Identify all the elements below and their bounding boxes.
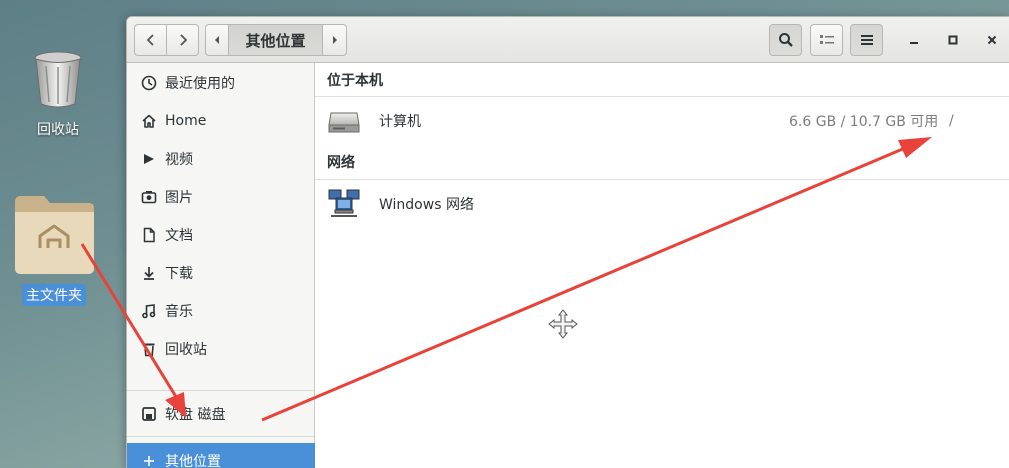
close-button[interactable] [976, 24, 1008, 56]
computer-name: 计算机 [379, 114, 421, 130]
maximize-icon [948, 35, 958, 45]
path-left-arrow[interactable] [205, 24, 229, 56]
section-title-local: 位于本机 [327, 73, 383, 89]
search-icon [778, 33, 793, 47]
sidebar: 最近使用的 Home 视频 图片 文档 下载 音乐 回收站 软盘 磁盘 其他位置 [127, 63, 315, 468]
sidebar-item-documents[interactable]: 文档 [127, 217, 315, 253]
trash-icon [140, 340, 158, 358]
maximize-button[interactable] [937, 24, 969, 56]
list-view-icon [819, 35, 834, 44]
sidebar-item-label: 音乐 [165, 304, 193, 320]
sidebar-item-label: 图片 [165, 190, 193, 206]
network-workgroup-icon [328, 189, 360, 217]
home-folder-icon [15, 196, 94, 274]
back-button[interactable] [134, 24, 167, 56]
desktop-home-folder[interactable]: 主文件夹 [10, 190, 98, 306]
sidebar-item-recent[interactable]: 最近使用的 [127, 65, 315, 101]
sidebar-item-label: 软盘 磁盘 [165, 407, 226, 423]
move-cursor-icon [548, 309, 578, 339]
forward-button[interactable] [166, 24, 199, 56]
view-toggle-button[interactable] [810, 24, 843, 56]
minimize-icon [910, 42, 918, 44]
desktop-home-label: 主文件夹 [22, 284, 86, 306]
section-title-network: 网络 [327, 155, 355, 171]
sidebar-item-label: 最近使用的 [165, 76, 235, 92]
sidebar-item-home[interactable]: Home [127, 103, 315, 139]
sidebar-separator [127, 390, 315, 391]
sidebar-item-label: 视频 [165, 152, 193, 168]
computer-mount-point: / [949, 113, 954, 129]
sidebar-item-label: 下载 [165, 266, 193, 282]
hamburger-menu-icon [860, 35, 873, 45]
close-icon [987, 35, 997, 45]
path-bar: 其他位置 [205, 24, 347, 56]
location-row-computer[interactable]: 计算机 6.6 GB / 10.7 GB 可用 / [315, 97, 1009, 145]
main-content: 位于本机 计算机 6.6 GB / 10.7 GB 可用 / 网络 Window… [315, 63, 1009, 468]
video-icon [140, 150, 158, 168]
floppy-icon [140, 405, 158, 423]
search-button[interactable] [769, 24, 802, 56]
sidebar-item-floppy[interactable]: 软盘 磁盘 [127, 396, 315, 432]
path-right-arrow[interactable] [323, 24, 347, 56]
headerbar: 其他位置 [127, 17, 1009, 63]
triangle-right-icon [332, 36, 337, 44]
trash-can-icon [34, 51, 82, 108]
network-name: Windows 网络 [379, 197, 474, 213]
document-icon [140, 226, 158, 244]
go-back-icon [146, 34, 154, 46]
music-icon [140, 302, 158, 320]
go-forward-icon [179, 34, 187, 46]
file-manager-window: 其他位置 最近使用的 Home 视频 图片 文档 下载 音乐 回收站 软盘 磁盘… [126, 16, 1009, 468]
sidebar-item-label: Home [165, 113, 207, 129]
home-icon [140, 112, 158, 130]
path-current-location[interactable]: 其他位置 [229, 24, 323, 56]
location-row-windows-network[interactable]: Windows 网络 [315, 180, 1009, 228]
hard-disk-icon [328, 112, 360, 133]
download-icon [140, 264, 158, 282]
desktop-trash-label: 回收站 [37, 122, 79, 138]
sidebar-item-label: 其他位置 [165, 454, 221, 468]
sidebar-item-other-locations[interactable]: 其他位置 [127, 443, 315, 468]
triangle-left-icon [215, 36, 219, 44]
desktop-trash[interactable]: 回收站 [26, 46, 90, 140]
camera-icon [140, 188, 158, 206]
plus-icon [140, 452, 158, 468]
sidebar-item-pictures[interactable]: 图片 [127, 179, 315, 215]
sidebar-item-trash[interactable]: 回收站 [127, 331, 315, 367]
menu-button[interactable] [850, 24, 883, 56]
clock-icon [140, 74, 158, 92]
sidebar-item-music[interactable]: 音乐 [127, 293, 315, 329]
sidebar-separator [127, 436, 315, 437]
computer-capacity: 6.6 GB / 10.7 GB 可用 [789, 114, 939, 130]
sidebar-item-downloads[interactable]: 下载 [127, 255, 315, 291]
minimize-button[interactable] [898, 24, 930, 56]
sidebar-item-label: 回收站 [165, 342, 207, 358]
sidebar-item-label: 文档 [165, 228, 193, 244]
sidebar-item-videos[interactable]: 视频 [127, 141, 315, 177]
